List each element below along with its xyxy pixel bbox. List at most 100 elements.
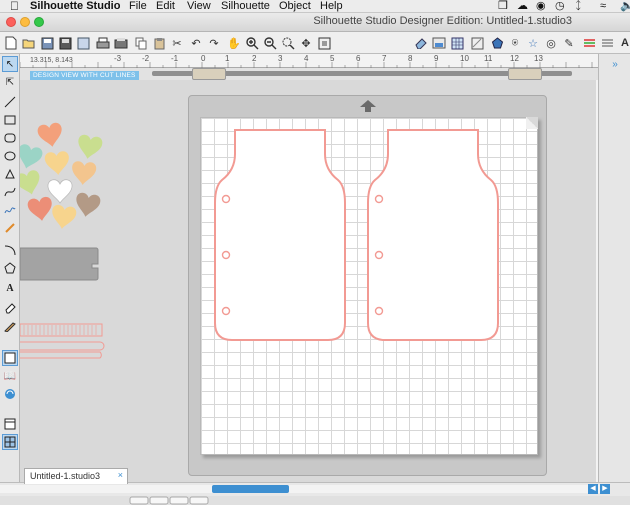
- left-toolbar: ↖ ⇱ A 📖: [0, 54, 20, 482]
- cut-icon[interactable]: ✂: [169, 35, 185, 51]
- right-panel: »: [598, 54, 630, 482]
- curve-icon[interactable]: [2, 184, 18, 200]
- horizontal-scroll-thumb[interactable]: [212, 485, 289, 493]
- undo-icon[interactable]: ↶: [188, 35, 204, 51]
- lines-icon[interactable]: [581, 35, 597, 51]
- polyshape-icon[interactable]: [2, 220, 18, 236]
- document-tab[interactable]: Untitled-1.studio3 ×: [24, 468, 128, 484]
- rounded-rect-icon[interactable]: [2, 130, 18, 146]
- backup-icon[interactable]: ◷: [555, 0, 565, 13]
- scroll-right-arrow-icon[interactable]: ▶: [600, 484, 610, 494]
- jar-shape-right[interactable]: [365, 128, 505, 344]
- heart-shape[interactable]: [70, 160, 97, 186]
- library-view-icon[interactable]: 📖: [2, 368, 18, 384]
- apple-icon[interactable]: : [10, 0, 19, 13]
- stroke-icon[interactable]: [599, 35, 615, 51]
- wifi-icon[interactable]: ≈: [600, 0, 606, 13]
- heart-shape[interactable]: [75, 133, 104, 161]
- eraser-icon[interactable]: [413, 35, 429, 51]
- heart-shape[interactable]: [36, 121, 65, 149]
- drag-zoom-icon[interactable]: ✥: [298, 35, 314, 51]
- heart-shapes-group[interactable]: [20, 110, 110, 240]
- zoom-out-icon[interactable]: [262, 35, 278, 51]
- page-corner: [526, 117, 538, 129]
- pan-icon[interactable]: ✋: [226, 35, 242, 51]
- adobe-cc-icon[interactable]: ◉: [536, 0, 546, 13]
- main-toolbar: ✂ ↶ ↷ ✋ ✥ ⍟ ☆ ◎ ✎ A: [0, 32, 630, 54]
- pattern-icon[interactable]: [469, 35, 485, 51]
- fit-page-icon[interactable]: [316, 35, 332, 51]
- cloud-sync-icon[interactable]: ☁: [517, 0, 528, 13]
- redo-icon[interactable]: ↷: [206, 35, 222, 51]
- library-icon[interactable]: [75, 35, 91, 51]
- rectangle-icon[interactable]: [2, 112, 18, 128]
- menu-silhouette[interactable]: Silhouette: [221, 0, 270, 13]
- jar-shape-left[interactable]: [212, 128, 352, 344]
- zoom-window-button[interactable]: [34, 17, 44, 27]
- scroll-left-arrow-icon[interactable]: ◀: [588, 484, 598, 494]
- close-window-button[interactable]: [6, 17, 16, 27]
- bluetooth-icon[interactable]: ᛨ: [575, 0, 582, 13]
- star-icon[interactable]: ☆: [525, 35, 541, 51]
- store-icon[interactable]: [2, 386, 18, 402]
- rhinestone-icon[interactable]: ◎: [543, 35, 559, 51]
- copy-icon[interactable]: [133, 35, 149, 51]
- heart-shape[interactable]: [20, 168, 44, 198]
- page-view-icon[interactable]: [2, 350, 18, 366]
- select-arrow-icon[interactable]: ↖: [2, 56, 18, 72]
- window-titlebar: Silhouette Studio Designer Edition: Unti…: [0, 13, 630, 32]
- line-icon[interactable]: [2, 94, 18, 110]
- save-as-icon[interactable]: [57, 35, 73, 51]
- heart-shape[interactable]: [44, 150, 71, 176]
- expand-panel-icon[interactable]: »: [607, 56, 623, 72]
- ellipse-icon[interactable]: [2, 148, 18, 164]
- tag-shape[interactable]: [20, 244, 100, 284]
- print-icon[interactable]: [95, 35, 111, 51]
- heart-shape[interactable]: [20, 142, 44, 172]
- freehand-icon[interactable]: [2, 202, 18, 218]
- heart-shape[interactable]: [26, 196, 55, 223]
- zoom-in-icon[interactable]: [244, 35, 260, 51]
- polygon-icon[interactable]: [2, 166, 18, 182]
- menu-help[interactable]: Help: [320, 0, 343, 13]
- point-edit-icon[interactable]: ⇱: [2, 74, 18, 90]
- knife-icon[interactable]: [2, 318, 18, 334]
- right-roller-handle[interactable]: [508, 68, 542, 80]
- comb-shape[interactable]: [20, 322, 110, 362]
- close-tab-icon[interactable]: ×: [118, 470, 123, 480]
- feed-direction-arrow-icon[interactable]: [359, 99, 377, 113]
- open-icon[interactable]: [21, 35, 37, 51]
- gear-shape-icon[interactable]: ⍟: [507, 35, 523, 51]
- cursor-coordinates: 13.315, 8.143: [30, 57, 73, 64]
- heart-shape[interactable]: [47, 179, 73, 204]
- sketch-icon[interactable]: ✎: [561, 35, 577, 51]
- grid-icon[interactable]: [449, 35, 465, 51]
- send-icon[interactable]: [113, 35, 129, 51]
- paste-icon[interactable]: [151, 35, 167, 51]
- menu-file[interactable]: File: [129, 0, 147, 13]
- menu-object[interactable]: Object: [279, 0, 311, 13]
- menu-edit[interactable]: Edit: [156, 0, 175, 13]
- eraser-tool-icon[interactable]: [2, 300, 18, 316]
- pentagon-tool-icon[interactable]: [2, 260, 18, 276]
- menu-app-name[interactable]: Silhouette Studio: [30, 0, 120, 13]
- layout-icon[interactable]: [2, 416, 18, 432]
- minimize-window-button[interactable]: [20, 17, 30, 27]
- sound-icon[interactable]: 🔈: [620, 0, 630, 13]
- heart-shape[interactable]: [73, 191, 102, 219]
- left-roller-handle[interactable]: [192, 68, 226, 80]
- fill-icon[interactable]: [431, 35, 447, 51]
- menu-view[interactable]: View: [187, 0, 211, 13]
- horizontal-scroll-track[interactable]: [0, 485, 600, 493]
- pentagon-icon[interactable]: [489, 35, 505, 51]
- heart-shape[interactable]: [49, 204, 78, 231]
- save-icon[interactable]: [39, 35, 55, 51]
- library-toggle-icon[interactable]: [2, 434, 18, 450]
- arc-icon[interactable]: [2, 242, 18, 258]
- text-tool-icon[interactable]: A: [2, 280, 18, 296]
- new-icon[interactable]: [3, 35, 19, 51]
- zoom-select-icon[interactable]: [280, 35, 296, 51]
- dropbox-icon[interactable]: ❒: [498, 0, 508, 13]
- mac-menubar:  Silhouette Studio File Edit View Silho…: [0, 0, 630, 13]
- text-icon[interactable]: A: [617, 35, 630, 51]
